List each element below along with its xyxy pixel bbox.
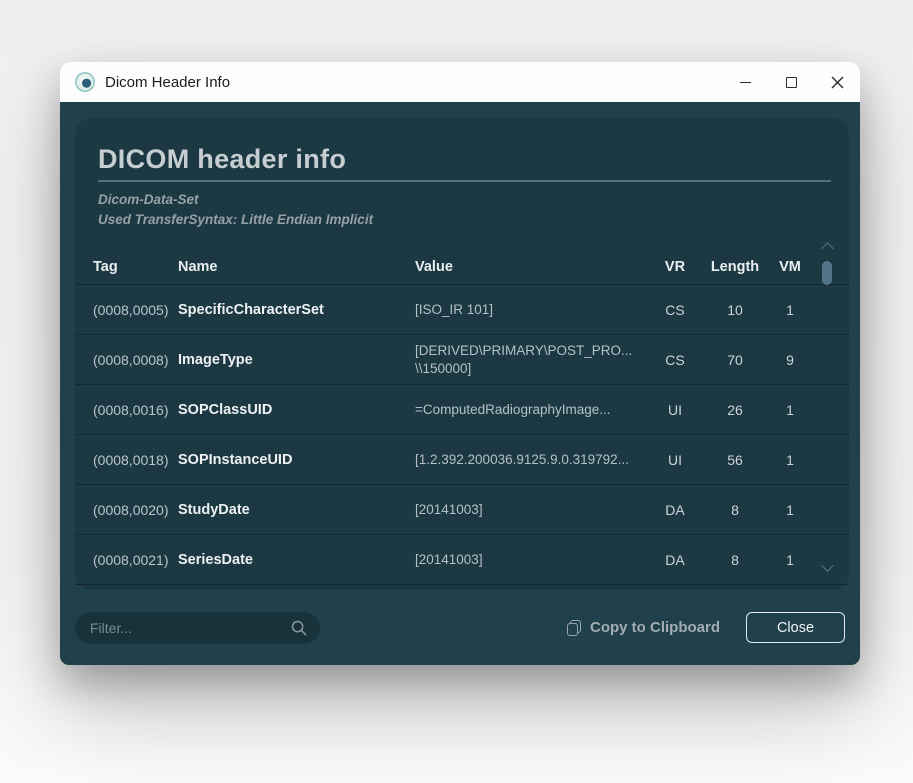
col-header-value: Value	[415, 258, 645, 276]
table-row[interactable]: (0008,0018) SOPInstanceUID [1.2.392.2000…	[75, 435, 849, 485]
dicom-tags-table: Tag Name Value VR Length VM (0008,0005) …	[75, 250, 849, 585]
table-row[interactable]: (0008,0020) StudyDate [20141003] DA 8 1	[75, 485, 849, 535]
maximize-icon	[786, 77, 797, 88]
search-icon	[291, 620, 307, 636]
scrollbar-thumb[interactable]	[822, 261, 832, 285]
heading-divider	[98, 180, 831, 182]
col-header-tag: Tag	[93, 259, 178, 275]
titlebar[interactable]: Dicom Header Info	[60, 62, 860, 102]
table-row[interactable]: (0008,0005) SpecificCharacterSet [ISO_IR…	[75, 285, 849, 335]
table-row[interactable]: (0008,0008) ImageType [DERIVED\PRIMARY\P…	[75, 335, 849, 385]
window-title: Dicom Header Info	[105, 74, 230, 91]
dicom-header-info-window: Dicom Header Info DICOM header info Dico…	[60, 62, 860, 665]
minimize-icon	[740, 82, 751, 83]
minimize-button[interactable]	[722, 62, 768, 102]
table-header-row: Tag Name Value VR Length VM	[75, 250, 849, 285]
scroll-down-icon[interactable]	[821, 559, 834, 572]
col-header-name: Name	[178, 259, 415, 275]
copy-to-clipboard-button[interactable]: Copy to Clipboard	[567, 619, 720, 636]
content-panel: DICOM header info Dicom-Data-Set Used Tr…	[75, 118, 849, 590]
close-window-button[interactable]	[814, 62, 860, 102]
subtitle-line2: Used TransferSyntax: Little Endian Impli…	[98, 210, 373, 230]
copy-to-clipboard-label: Copy to Clipboard	[590, 619, 720, 636]
subtitle-line1: Dicom-Data-Set	[98, 190, 373, 210]
filter-input[interactable]	[75, 612, 320, 644]
close-icon	[831, 76, 844, 89]
col-header-vm: VM	[765, 259, 815, 275]
table-row[interactable]: (0008,0016) SOPClassUID =ComputedRadiogr…	[75, 385, 849, 435]
table-row[interactable]: (0008,0021) SeriesDate [20141003] DA 8 1	[75, 535, 849, 585]
app-icon	[75, 72, 95, 92]
table-scrollbar[interactable]	[821, 244, 833, 572]
page-title: DICOM header info	[98, 144, 346, 175]
dialog-footer: Copy to Clipboard Close	[60, 590, 860, 665]
col-header-length: Length	[705, 259, 765, 275]
scroll-up-icon[interactable]	[821, 242, 834, 255]
filter-field-wrap	[75, 612, 320, 644]
close-button[interactable]: Close	[746, 612, 845, 643]
maximize-button[interactable]	[768, 62, 814, 102]
copy-icon	[567, 620, 581, 636]
col-header-vr: VR	[645, 259, 705, 275]
dataset-subtitle: Dicom-Data-Set Used TransferSyntax: Litt…	[98, 190, 373, 229]
